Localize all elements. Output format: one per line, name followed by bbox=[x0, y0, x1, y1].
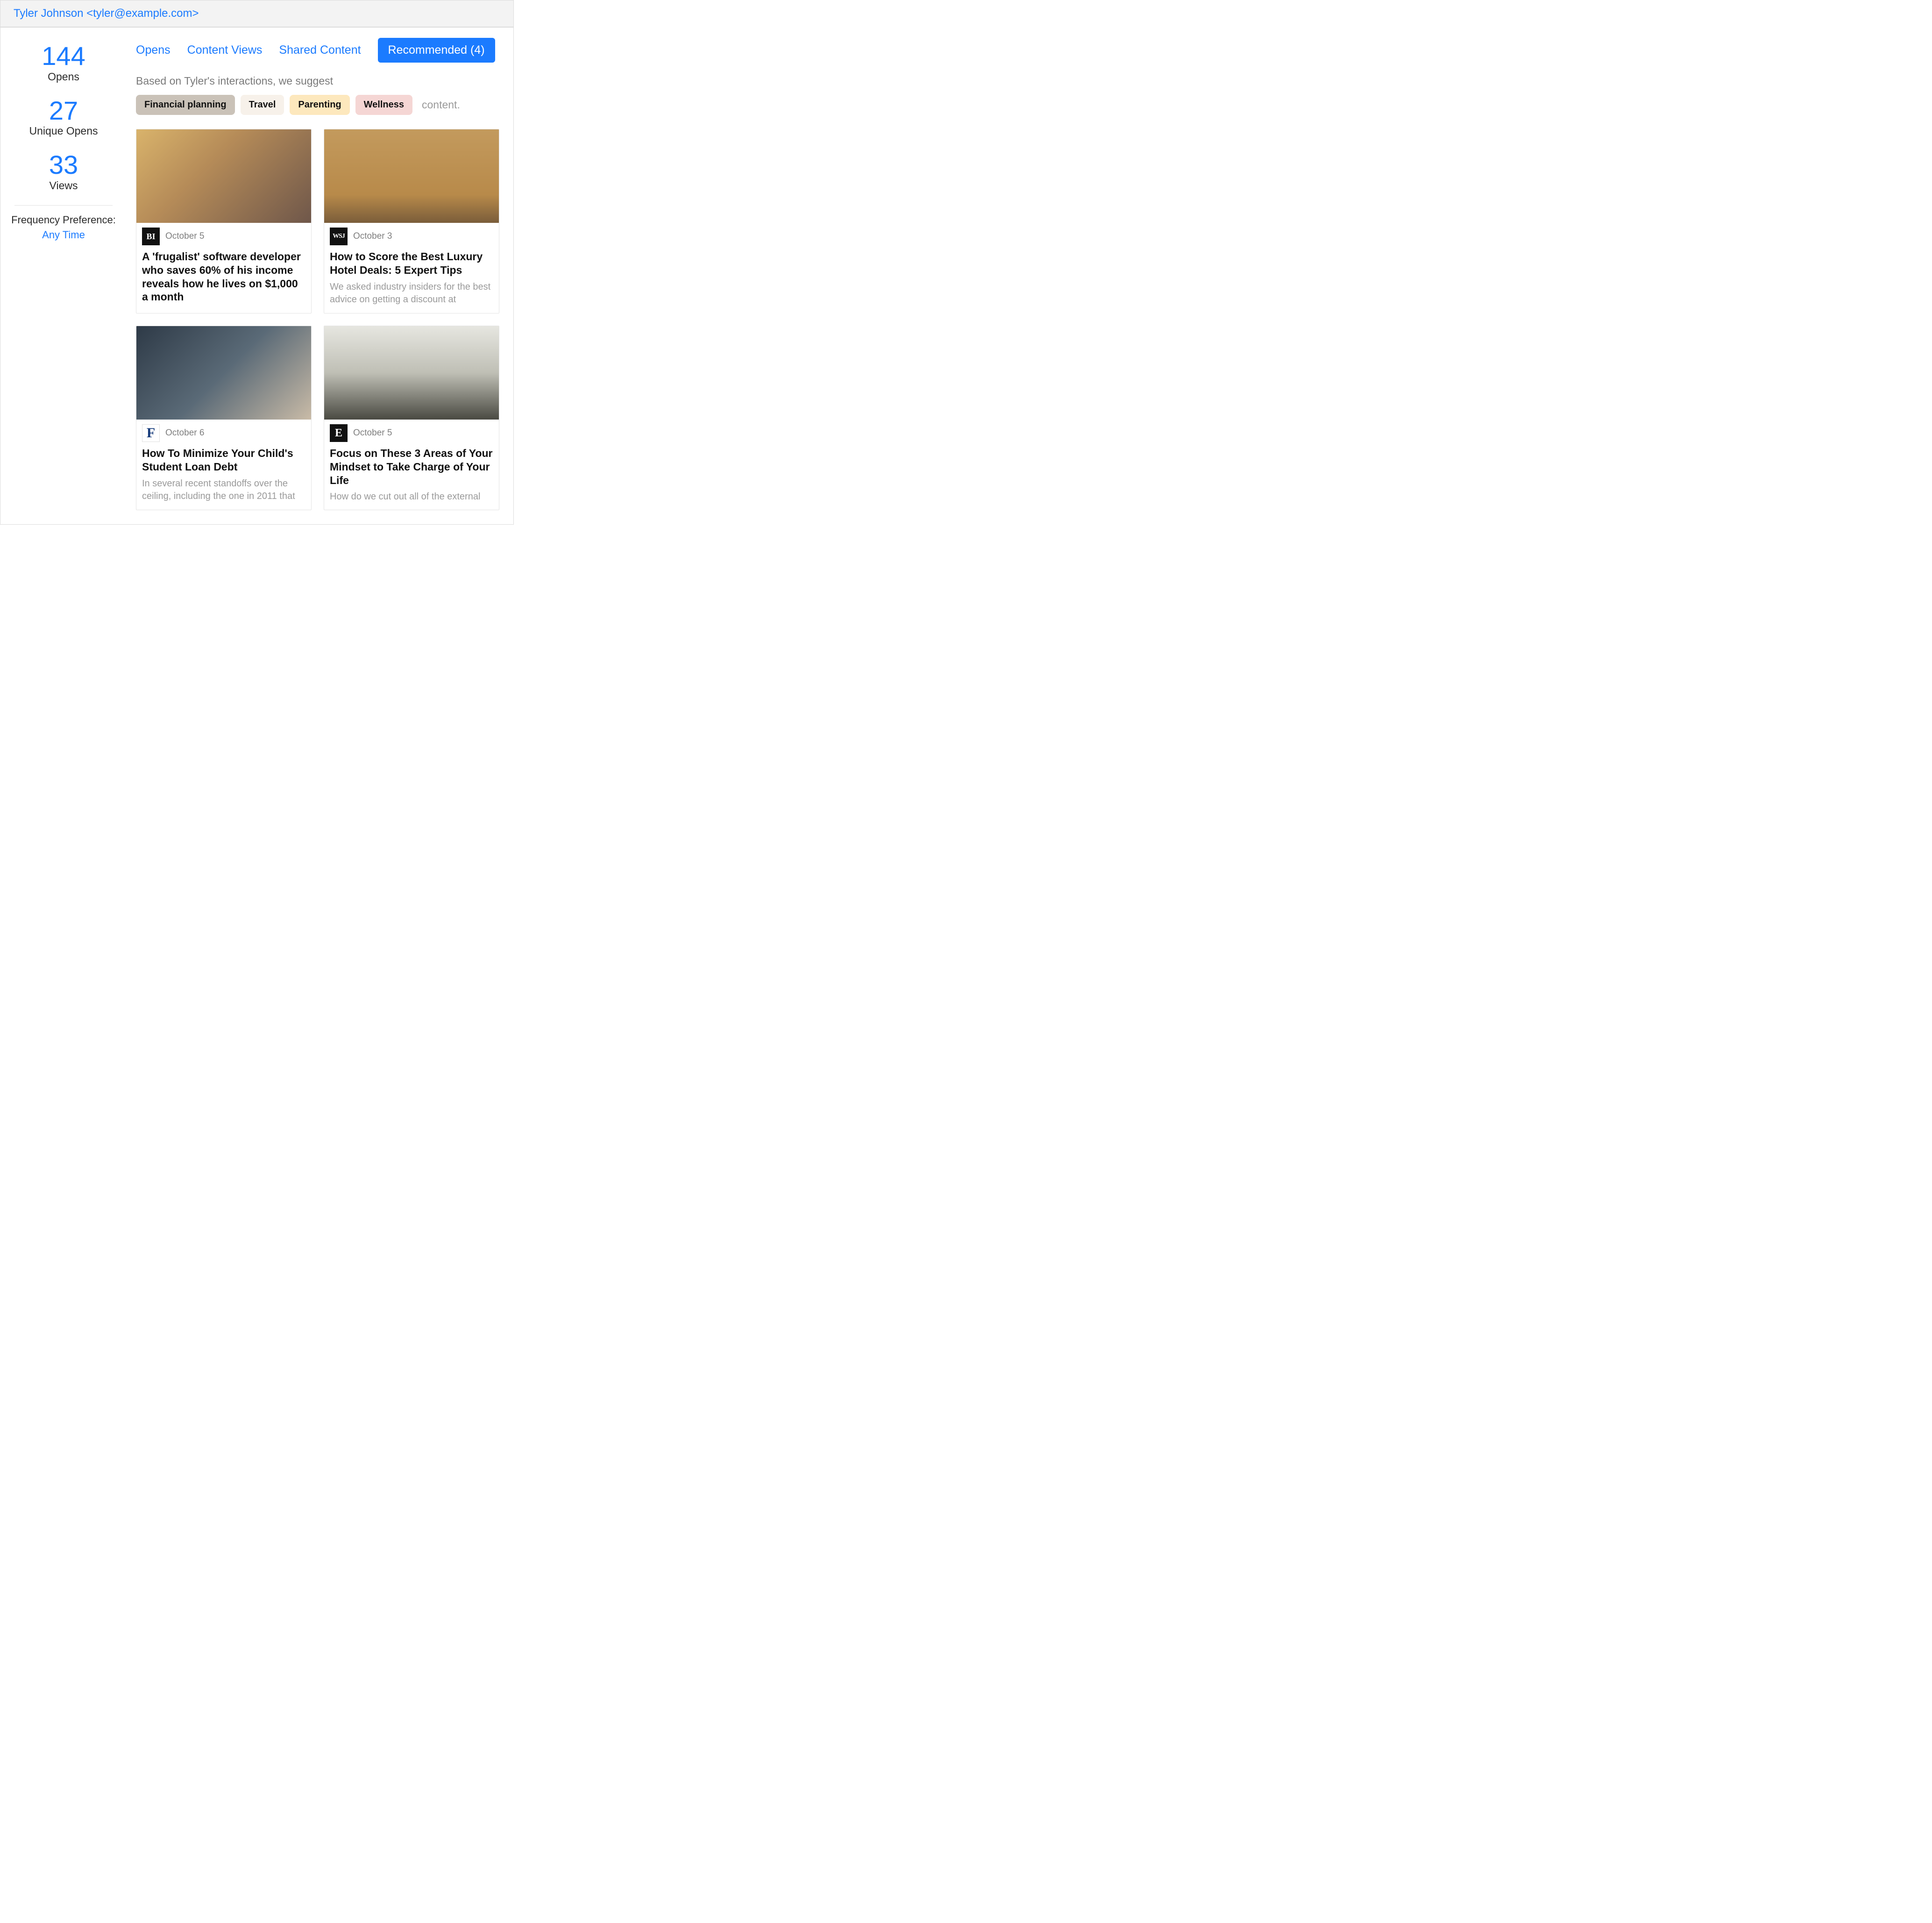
article-excerpt: How do we cut out all of the external bbox=[330, 491, 493, 503]
article-title: How To Minimize Your Child's Student Loa… bbox=[142, 447, 305, 474]
stat-opens-label: Opens bbox=[5, 71, 122, 83]
topic-chip-wellness[interactable]: Wellness bbox=[355, 95, 412, 115]
source-badge-icon: E bbox=[330, 424, 348, 442]
topic-chips-suffix: content. bbox=[422, 99, 460, 111]
tab-content-views[interactable]: Content Views bbox=[187, 43, 263, 57]
article-thumbnail bbox=[324, 129, 499, 223]
article-title: How to Score the Best Luxury Hotel Deals… bbox=[330, 250, 493, 277]
frequency-preference-label: Frequency Preference: bbox=[5, 214, 122, 226]
main-content: Opens Content Views Shared Content Recom… bbox=[127, 28, 513, 524]
article-excerpt: In several recent standoffs over the cei… bbox=[142, 477, 305, 503]
source-badge-icon: F bbox=[142, 424, 160, 442]
frequency-preference-value[interactable]: Any Time bbox=[5, 229, 122, 241]
sidebar-divider bbox=[14, 205, 113, 206]
recommended-cards-grid: BI October 5 A 'frugalist' software deve… bbox=[136, 129, 499, 510]
article-card[interactable]: BI October 5 A 'frugalist' software deve… bbox=[136, 129, 312, 313]
tab-shared-content[interactable]: Shared Content bbox=[279, 43, 361, 57]
article-date: October 6 bbox=[165, 428, 204, 438]
tab-recommended[interactable]: Recommended (4) bbox=[378, 38, 495, 63]
article-title: A 'frugalist' software developer who sav… bbox=[142, 250, 305, 304]
contact-panel: Tyler Johnson <tyler@example.com> 144 Op… bbox=[0, 0, 514, 525]
source-badge-icon: WSJ bbox=[330, 228, 348, 245]
stat-opens-value: 144 bbox=[5, 42, 122, 71]
article-thumbnail bbox=[136, 326, 311, 420]
stat-unique-opens-label: Unique Opens bbox=[5, 125, 122, 137]
stat-views-value: 33 bbox=[5, 150, 122, 179]
stats-sidebar: 144 Opens 27 Unique Opens 33 Views Frequ… bbox=[0, 28, 127, 255]
topic-chips-row: Financial planning Travel Parenting Well… bbox=[136, 95, 499, 115]
article-date: October 3 bbox=[353, 231, 392, 242]
article-thumbnail bbox=[136, 129, 311, 223]
source-badge-icon: BI bbox=[142, 228, 160, 245]
topic-chip-parenting[interactable]: Parenting bbox=[290, 95, 349, 115]
article-date: October 5 bbox=[353, 428, 392, 438]
article-card[interactable]: E October 5 Focus on These 3 Areas of Yo… bbox=[324, 326, 499, 510]
stat-unique-opens-value: 27 bbox=[5, 96, 122, 125]
article-card[interactable]: F October 6 How To Minimize Your Child's… bbox=[136, 326, 312, 510]
topic-chip-financial-planning[interactable]: Financial planning bbox=[136, 95, 235, 115]
tab-opens[interactable]: Opens bbox=[136, 43, 170, 57]
article-excerpt: We asked industry insiders for the best … bbox=[330, 281, 493, 306]
stat-views-label: Views bbox=[5, 179, 122, 192]
article-title: Focus on These 3 Areas of Your Mindset t… bbox=[330, 447, 493, 487]
suggestion-intro: Based on Tyler's interactions, we sugges… bbox=[136, 75, 499, 87]
article-date: October 5 bbox=[165, 231, 204, 242]
contact-link[interactable]: Tyler Johnson <tyler@example.com> bbox=[14, 7, 199, 20]
article-card[interactable]: WSJ October 3 How to Score the Best Luxu… bbox=[324, 129, 499, 313]
article-thumbnail bbox=[324, 326, 499, 420]
tabs-row: Opens Content Views Shared Content Recom… bbox=[136, 38, 499, 63]
topic-chip-travel[interactable]: Travel bbox=[241, 95, 284, 115]
contact-header: Tyler Johnson <tyler@example.com> bbox=[0, 0, 513, 28]
